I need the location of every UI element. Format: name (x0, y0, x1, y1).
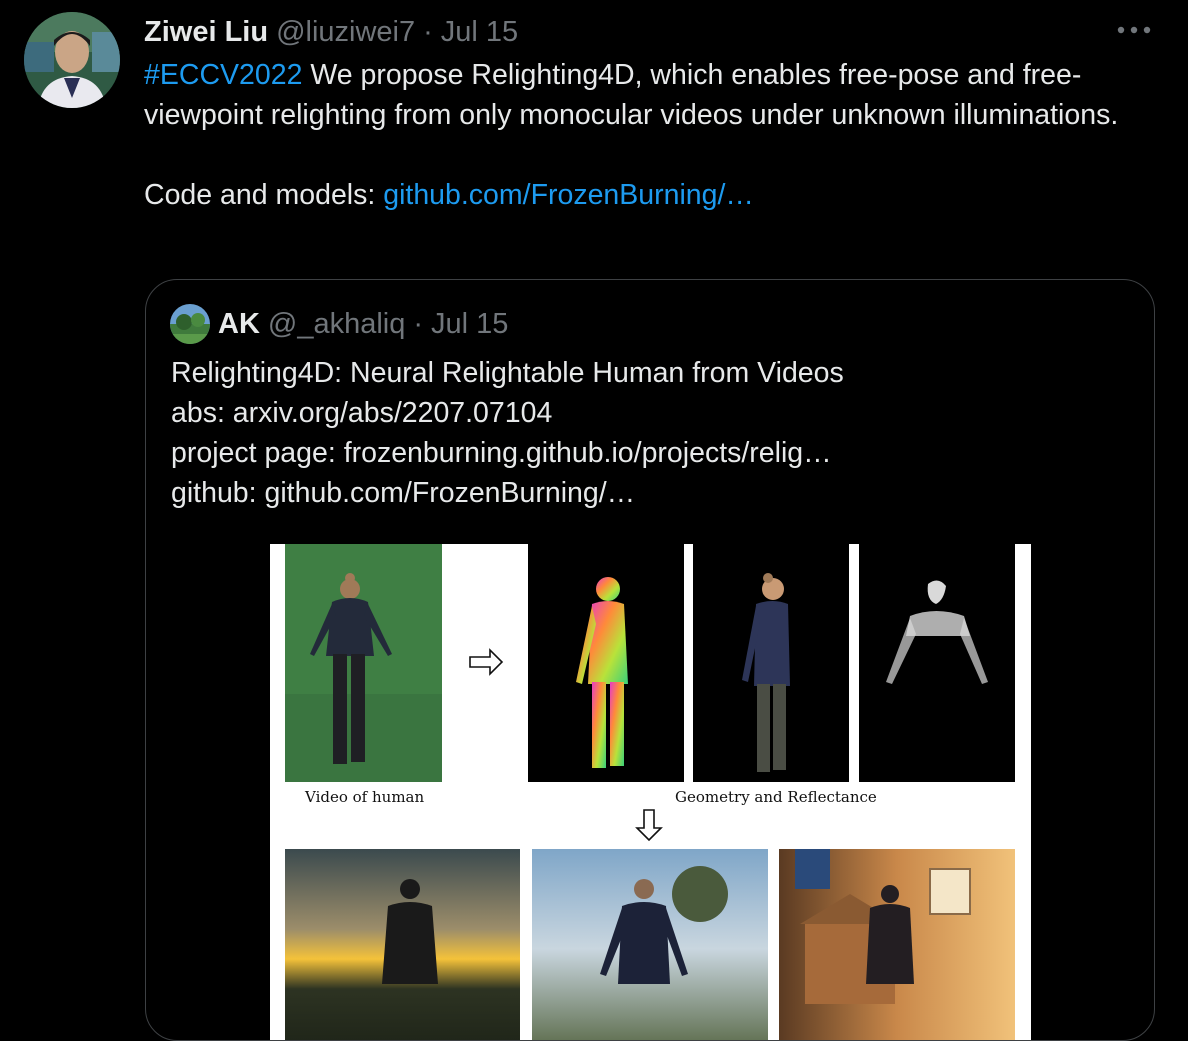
tweet-text: #ECCV2022 We propose Relighting4D, which… (144, 55, 1144, 215)
quote-avatar[interactable] (170, 304, 210, 344)
author-handle[interactable]: @liuziwei7 (276, 16, 415, 49)
more-dots-icon (1117, 26, 1151, 34)
quote-line-project: project page: frozenburning.github.io/pr… (171, 437, 832, 469)
quote-line-github: github: github.com/FrozenBurning/… (171, 477, 636, 509)
quote-header: AK @_akhaliq · Jul 15 (170, 304, 508, 344)
caption-video: Video of human (305, 788, 425, 806)
quote-media-image[interactable]: Video of human Geometry and Reflectance (270, 544, 1031, 1040)
hashtag-link[interactable]: #ECCV2022 (144, 59, 302, 91)
arrow-down-icon (635, 809, 663, 842)
author-name[interactable]: Ziwei Liu (144, 16, 268, 49)
quoted-tweet[interactable]: AK @_akhaliq · Jul 15 Relighting4D: Neur… (145, 279, 1155, 1041)
quote-line-title: Relighting4D: Neural Relightable Human f… (171, 357, 844, 389)
caption-geometry: Geometry and Reflectance (675, 788, 877, 806)
author-avatar[interactable] (24, 12, 120, 108)
header-separator: · (423, 15, 433, 48)
tweet-date[interactable]: Jul 15 (441, 16, 518, 49)
arrow-right-icon (469, 648, 504, 676)
more-icon[interactable] (1112, 14, 1156, 46)
quote-text: Relighting4D: Neural Relightable Human f… (171, 353, 844, 513)
quote-author-name[interactable]: AK (218, 308, 260, 341)
quote-line-abs: abs: arxiv.org/abs/2207.07104 (171, 397, 553, 429)
tweet-header: Ziwei Liu @liuziwei7 · Jul 15 (144, 12, 518, 52)
quote-separator: · (413, 307, 424, 340)
quote-author-handle[interactable]: @_akhaliq (268, 308, 405, 341)
code-link[interactable]: github.com/FrozenBurning/… (383, 179, 754, 211)
quote-date[interactable]: Jul 15 (431, 308, 508, 341)
code-label: Code and models: (144, 179, 384, 211)
